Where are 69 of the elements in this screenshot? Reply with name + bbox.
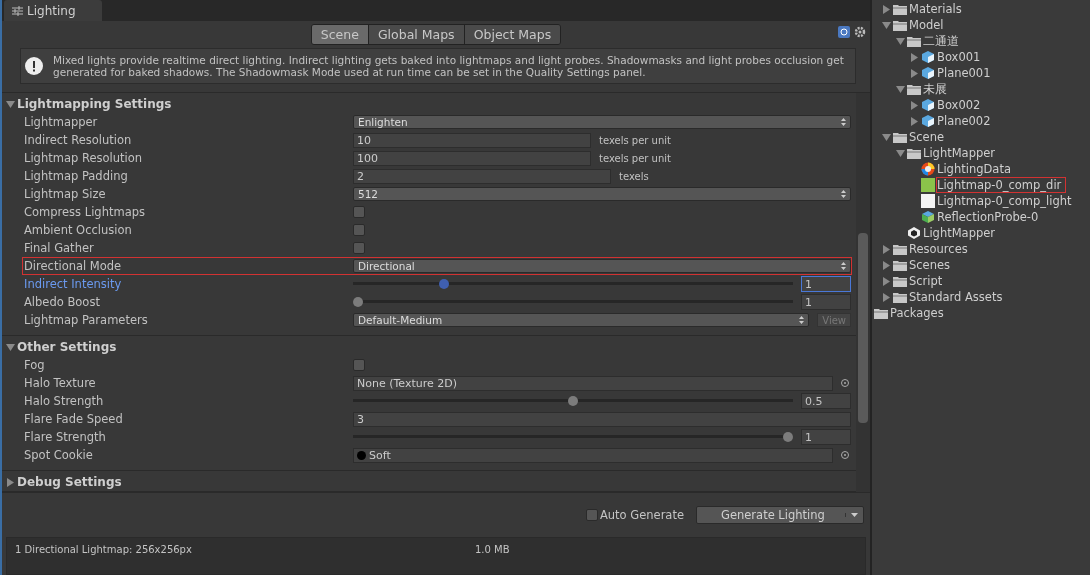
unit-label: texels per unit [599,134,671,146]
tab[interactable]: Global Maps [368,25,465,45]
asset-name[interactable]: Plane002 [937,114,995,128]
value-field[interactable]: 1 [801,276,851,292]
dropdown[interactable]: 512 [353,187,851,201]
asset-name[interactable]: Resources [909,242,972,256]
tab[interactable]: Object Maps [464,25,561,45]
object-field[interactable]: None (Texture 2D) [353,375,833,391]
dropdown[interactable]: Default-Medium [353,313,810,327]
unit-label: texels [619,170,649,182]
asset-name[interactable]: LightingData [937,162,1015,176]
setting-label: Flare Strength [23,430,107,444]
dropdown[interactable]: Enlighten [353,115,851,129]
setting-label: Directional Mode [23,259,123,273]
object-name: None (Texture 2D) [357,376,457,390]
section-title[interactable]: Other Settings [17,340,117,354]
setting-label: Indirect Resolution [23,133,133,147]
asset-name[interactable]: Packages [890,306,948,320]
setting-label: Flare Fade Speed [23,412,124,426]
asset-name[interactable]: Box002 [937,98,985,112]
number-field[interactable]: 2 [353,168,611,184]
window-title: Lighting [27,3,76,18]
setting-label: Fog [23,358,46,372]
generate-lighting-button[interactable]: Generate Lighting [696,506,864,524]
asset-name[interactable]: Materials [909,2,966,16]
asset-name[interactable]: Lightmap-0_comp_dir [937,178,1066,192]
section-title[interactable]: Debug Settings [17,475,122,489]
number-field[interactable]: 100 [353,150,591,166]
asset-name[interactable]: Box001 [937,50,985,64]
setting-label: Lightmap Parameters [23,313,149,327]
setting-label: Lightmap Padding [23,169,129,183]
section-title[interactable]: Lightmapping Settings [17,97,172,111]
asset-name[interactable]: 二通道 [923,33,963,49]
window-tab[interactable]: Lighting [4,0,102,21]
asset-name[interactable]: 未展 [923,81,951,97]
unit-label: texels per unit [599,152,671,164]
object-field[interactable]: Soft [353,447,833,463]
setting-label: Lightmap Resolution [23,151,143,165]
setting-label: Ambient Occlusion [23,223,133,237]
setting-label: Indirect Intensity [23,277,123,291]
setting-label: Lightmap Size [23,187,107,201]
asset-name[interactable]: LightMapper [923,146,1000,160]
lightmap-size: 1.0 MB [475,544,510,557]
value-field[interactable]: 1 [801,294,851,310]
asset-name[interactable]: Lightmap-0_comp_light [937,194,1076,208]
object-name: Soft [369,448,391,462]
setting-label: Final Gather [23,241,95,255]
checkbox-label: Auto Generate [599,508,684,522]
setting-label: Halo Texture [23,376,97,390]
asset-name[interactable]: LightMapper [923,226,1000,240]
value-field[interactable]: 0.5 [801,393,851,409]
lightmap-info: 1 Directional Lightmap: 256x256px [15,544,193,557]
asset-name[interactable]: Model [909,18,948,32]
setting-label: Lightmapper [23,115,99,129]
asset-name[interactable]: Plane001 [937,66,995,80]
asset-name[interactable]: Scene [909,130,949,144]
number-field[interactable]: 3 [353,411,851,427]
info-text: Mixed lights provide realtime direct lighting. Indirect lighting gets baked into lightmaps and light probes. Shadowmasks and light probes occlusion get generated for baked shadows. The Shadowmask Mode used at run time can be set in the Quality Settings panel. [53,54,845,79]
asset-name[interactable]: Scenes [909,258,955,272]
number-field[interactable]: 10 [353,132,591,148]
asset-name[interactable]: ReflectionProbe-0 [937,210,1043,224]
setting-label: Albedo Boost [23,295,101,309]
setting-label: Halo Strength [23,394,105,408]
value-field[interactable]: 1 [801,429,851,445]
asset-name[interactable]: Standard Assets [909,290,1007,304]
setting-label: Compress Lightmaps [23,205,146,219]
asset-name[interactable]: Script [909,274,947,288]
setting-label: Spot Cookie [23,448,94,462]
dropdown[interactable]: Directional [353,259,851,273]
